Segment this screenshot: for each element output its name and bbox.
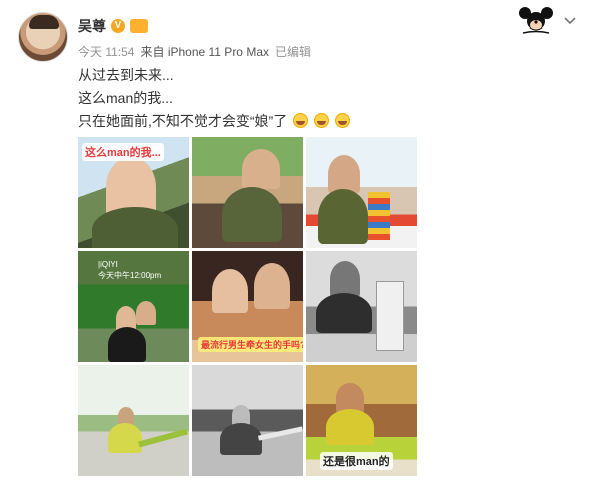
photo-4[interactable]: |iQIYI 今天中午12:00pm [78,251,189,362]
author-name[interactable]: 吴尊 [78,16,106,36]
poster-line: 今天中午12:00pm [98,271,162,280]
grinning-emoji-icon [293,113,309,128]
photo-6[interactable] [306,251,417,362]
post-text-content: 只在她面前,不知不觉才会变“娘”了 [78,113,288,129]
chevron-down-icon[interactable] [562,12,578,28]
post-meta: 今天 11:54 来自 iPhone 11 Pro Max 已编辑 [78,43,311,60]
photo-7[interactable] [78,365,189,476]
post-source: 来自 iPhone 11 Pro Max [140,45,269,59]
grinning-emoji-icon [314,113,329,128]
photo-1[interactable]: 这么man的我... [78,137,189,248]
author-row: 吴尊 V [78,16,148,36]
photo-2[interactable] [192,137,303,248]
poster-text: |iQIYI 今天中午12:00pm [98,259,161,281]
photo-3[interactable] [306,137,417,248]
post-text-line: 从过去到未来... [78,67,174,83]
photo-9[interactable]: 还是很man的 [306,365,417,476]
photo-caption: 最流行男生牵女生的手吗? [198,337,303,352]
post-text: 从过去到未来... 这么man的我... 只在她面前,不知不觉才会变“娘”了 [78,64,350,133]
weibo-post: 吴尊 V 今天 11:54 来自 iPhone 11 Pro Max 已编辑 从… [0,0,597,489]
photo-grid: 这么man的我... |iQIYI 今天中午12:00pm 最流行男生牵女生的手… [78,137,418,477]
post-time[interactable]: 今天 11:54 [78,43,134,60]
poster-line: |iQIYI [98,260,118,269]
grinning-emoji-icon [334,113,350,128]
mickey-mouse-icon [519,7,553,34]
photo-8[interactable] [192,365,303,476]
verified-badge-icon: V [111,19,125,33]
post-text-line: 只在她面前,不知不觉才会变“娘”了 [78,110,350,133]
photo-5[interactable]: 最流行男生牵女生的手吗? [192,251,303,362]
photo-caption: 这么man的我... [82,143,164,161]
edited-label[interactable]: 已编辑 [275,43,311,60]
avatar[interactable] [18,12,68,62]
photo-caption: 还是很man的 [320,452,393,470]
post-text-line: 这么man的我... [78,90,173,106]
vip-badge-icon [130,19,148,33]
